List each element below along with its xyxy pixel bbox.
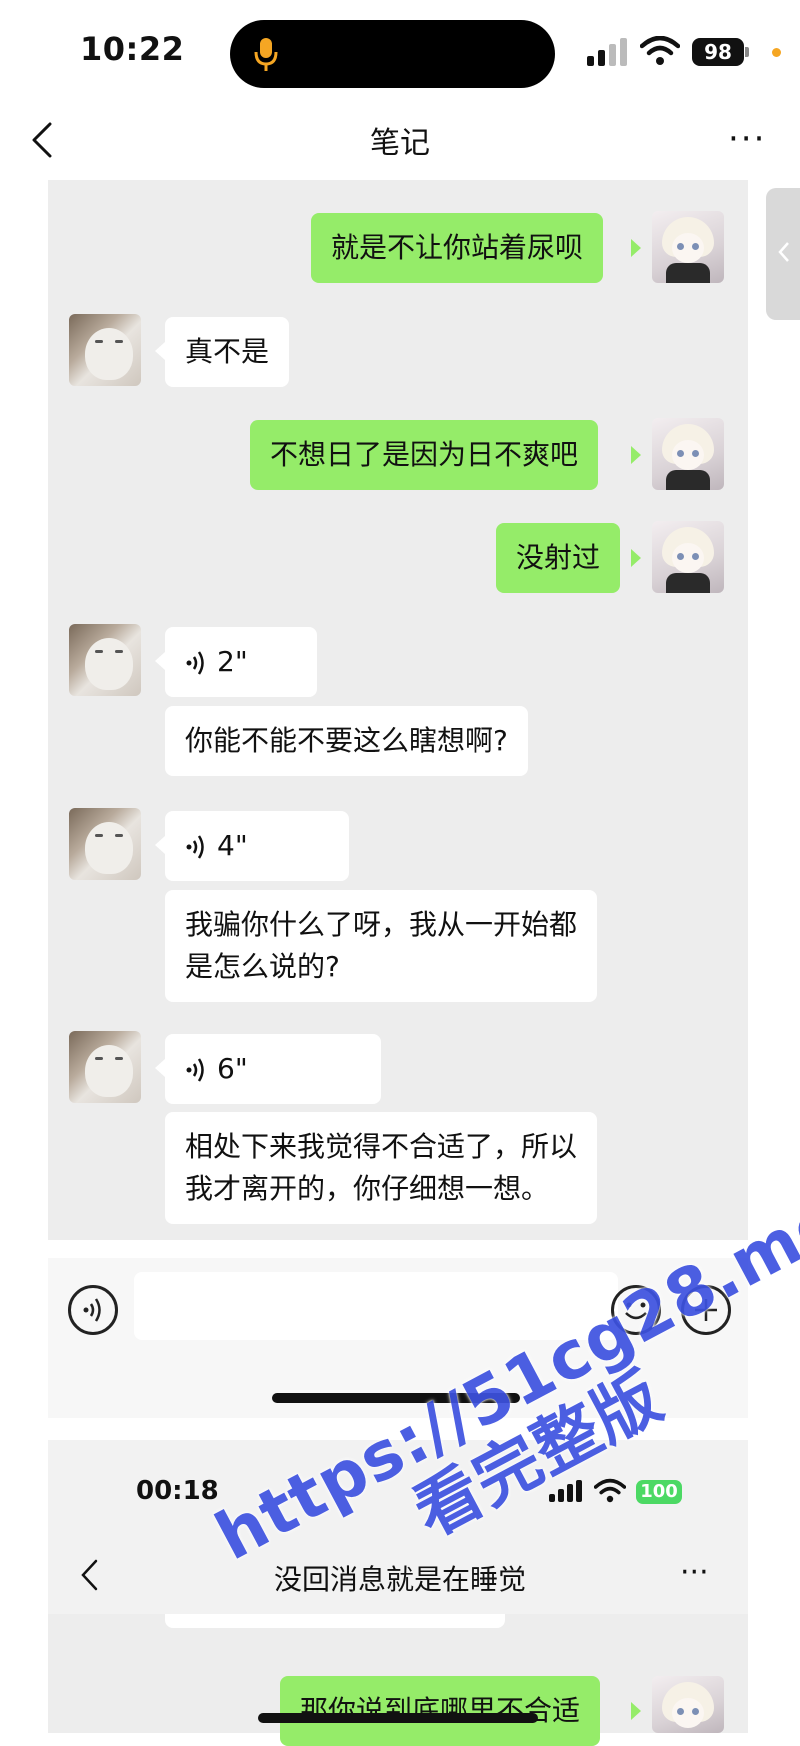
avatar-contact[interactable] — [69, 624, 141, 696]
avatar-self[interactable] — [652, 1676, 724, 1733]
message-bubble-received[interactable]: 你能不能不要这么瞎想啊? — [165, 706, 528, 776]
avatar-self[interactable] — [652, 521, 724, 593]
message-bubble-sent[interactable]: 那你说到底哪里不合适 — [280, 1676, 601, 1746]
avatar-self[interactable] — [652, 418, 724, 490]
chevron-left-icon[interactable] — [777, 240, 791, 264]
status-time: 10:22 — [80, 30, 185, 68]
status-time: 00:18 — [136, 1476, 219, 1506]
bubble-tail — [631, 1702, 641, 1720]
more-icon[interactable]: ··· — [680, 1558, 709, 1588]
bubble-tail — [631, 239, 641, 257]
message-line: 相处下来我觉得不合适了，所以 — [185, 1130, 578, 1163]
bubble-tail — [631, 549, 641, 567]
message-line: 我才离开的，你仔细想一想。 — [185, 1172, 550, 1205]
voice-icon — [186, 651, 204, 675]
message-bubble-received[interactable]: 我骗你什么了呀，我从一开始都 是怎么说的? — [165, 890, 598, 1002]
message-line: 是怎么说的? — [185, 950, 340, 983]
voice-message[interactable]: 4" — [165, 811, 349, 881]
bubble-tail — [155, 836, 165, 854]
avatar-contact[interactable] — [69, 808, 141, 880]
message-bubble-received[interactable] — [165, 1614, 505, 1628]
message-bubble-sent[interactable]: 就是不让你站着尿呗 — [311, 213, 604, 283]
voice-message[interactable]: 6" — [165, 1034, 381, 1104]
bubble-tail — [155, 1059, 165, 1077]
bubble-tail — [631, 446, 641, 464]
voice-message[interactable]: 2" — [165, 627, 317, 697]
message-bubble-received[interactable]: 真不是 — [165, 317, 290, 387]
microphone-icon — [254, 38, 278, 71]
voice-icon — [83, 1298, 101, 1322]
avatar-contact[interactable] — [69, 314, 141, 386]
bubble-tail — [155, 342, 165, 360]
voice-duration: 4" — [217, 829, 248, 862]
voice-duration: 2" — [217, 645, 248, 678]
bubble-tail — [155, 652, 165, 670]
avatar-self[interactable] — [652, 211, 724, 283]
signal-icon — [587, 38, 627, 66]
wifi-icon — [594, 1478, 626, 1503]
voice-duration: 6" — [217, 1052, 248, 1085]
voice-icon — [186, 1058, 204, 1082]
voice-icon — [186, 835, 204, 859]
message-bubble-received[interactable]: 相处下来我觉得不合适了，所以 我才离开的，你仔细想一想。 — [165, 1112, 598, 1224]
page-title: 笔记 — [370, 126, 430, 161]
battery-tip — [745, 47, 749, 57]
battery-icon: 100 — [636, 1480, 682, 1504]
more-icon[interactable]: ··· — [728, 122, 766, 156]
message-bubble-sent[interactable]: 没射过 — [496, 523, 621, 593]
wifi-icon — [640, 36, 680, 65]
mic-indicator-dot — [772, 48, 781, 57]
avatar-contact[interactable] — [69, 1031, 141, 1103]
message-line: 我骗你什么了呀，我从一开始都 — [185, 908, 578, 941]
voice-input-button[interactable] — [68, 1285, 118, 1335]
message-bubble-sent[interactable]: 不想日了是因为日不爽吧 — [250, 420, 599, 490]
home-indicator — [258, 1713, 538, 1723]
battery-icon: 98 — [692, 38, 744, 66]
